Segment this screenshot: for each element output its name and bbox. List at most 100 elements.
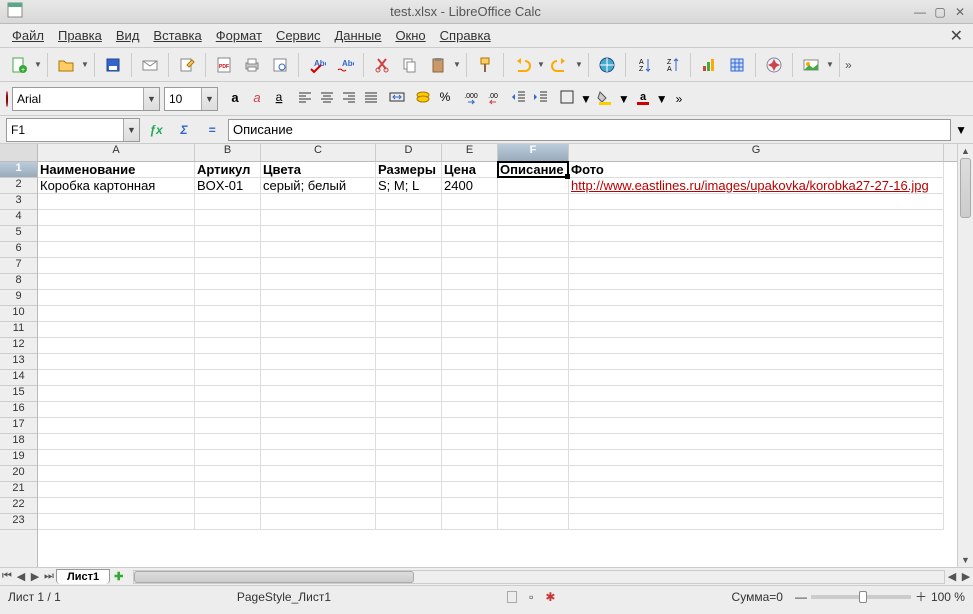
cell[interactable]: [38, 514, 195, 530]
bgcolor-button[interactable]: [596, 88, 614, 109]
row-header[interactable]: 14: [0, 370, 37, 386]
cell[interactable]: [498, 258, 569, 274]
menu-view[interactable]: Вид: [110, 26, 146, 45]
menu-tools[interactable]: Сервис: [270, 26, 327, 45]
cell[interactable]: [195, 514, 261, 530]
cell[interactable]: Описание: [498, 162, 569, 178]
cell[interactable]: [261, 354, 376, 370]
cell[interactable]: [38, 402, 195, 418]
column-header[interactable]: D: [376, 144, 442, 161]
cell[interactable]: [498, 434, 569, 450]
cell[interactable]: Фото: [569, 162, 944, 178]
menu-window[interactable]: Окно: [389, 26, 431, 45]
undo-dropdown[interactable]: ▼: [537, 60, 545, 69]
bgcolor-dropdown[interactable]: ▼: [618, 92, 630, 106]
cell[interactable]: [376, 386, 442, 402]
cell[interactable]: Размеры: [376, 162, 442, 178]
italic-button[interactable]: a: [248, 88, 266, 109]
cell[interactable]: [261, 418, 376, 434]
cell[interactable]: [569, 466, 944, 482]
cell[interactable]: [38, 258, 195, 274]
cell[interactable]: [195, 226, 261, 242]
cell[interactable]: [261, 450, 376, 466]
sort-asc-button[interactable]: AZ: [631, 52, 657, 78]
cell[interactable]: [195, 482, 261, 498]
cell[interactable]: [38, 386, 195, 402]
cell[interactable]: [442, 450, 498, 466]
cell[interactable]: [376, 466, 442, 482]
underline-button[interactable]: a: [270, 88, 288, 109]
cell[interactable]: [442, 322, 498, 338]
cell[interactable]: [442, 338, 498, 354]
cell[interactable]: S; M; L: [376, 178, 442, 194]
close-button[interactable]: ✕: [953, 5, 967, 19]
cell[interactable]: [569, 514, 944, 530]
open-button[interactable]: [53, 52, 79, 78]
cell[interactable]: 2400: [442, 178, 498, 194]
cell[interactable]: [569, 290, 944, 306]
row-header[interactable]: 23: [0, 514, 37, 530]
cell[interactable]: [498, 242, 569, 258]
font-size-input[interactable]: [165, 90, 201, 108]
cell[interactable]: [442, 418, 498, 434]
open-dropdown[interactable]: ▼: [81, 60, 89, 69]
font-name-combo[interactable]: ▼: [12, 87, 160, 111]
cell[interactable]: [38, 226, 195, 242]
cell[interactable]: [569, 258, 944, 274]
cell[interactable]: [498, 226, 569, 242]
cell[interactable]: [195, 258, 261, 274]
row-header[interactable]: 2: [0, 178, 37, 194]
cell[interactable]: [376, 290, 442, 306]
cell[interactable]: [442, 370, 498, 386]
cell[interactable]: [569, 482, 944, 498]
cell[interactable]: [498, 450, 569, 466]
cell[interactable]: [498, 290, 569, 306]
cell[interactable]: [376, 370, 442, 386]
cell[interactable]: [38, 194, 195, 210]
tab-last-button[interactable]: ⏭: [42, 570, 56, 583]
row-header[interactable]: 16: [0, 402, 37, 418]
row-header[interactable]: 9: [0, 290, 37, 306]
cell[interactable]: [261, 338, 376, 354]
cell[interactable]: http://www.eastlines.ru/images/upakovka/…: [569, 178, 944, 194]
font-size-combo[interactable]: ▼: [164, 87, 218, 111]
cell[interactable]: [442, 242, 498, 258]
menu-insert[interactable]: Вставка: [147, 26, 207, 45]
row-header[interactable]: 20: [0, 466, 37, 482]
column-header[interactable]: A: [38, 144, 195, 161]
cell[interactable]: [569, 450, 944, 466]
borders-dropdown[interactable]: ▼: [580, 92, 592, 106]
cell[interactable]: [376, 210, 442, 226]
zoom-out-button[interactable]: —: [795, 590, 807, 604]
cell[interactable]: [195, 242, 261, 258]
row-header[interactable]: 19: [0, 450, 37, 466]
percent-button[interactable]: %: [436, 88, 454, 109]
print-button[interactable]: [239, 52, 265, 78]
align-left-button[interactable]: [296, 88, 314, 109]
borders-button[interactable]: [558, 88, 576, 109]
cell[interactable]: [498, 274, 569, 290]
decrease-indent-button[interactable]: [510, 88, 528, 109]
column-header[interactable]: E: [442, 144, 498, 161]
cell[interactable]: [376, 402, 442, 418]
cell[interactable]: серый; белый: [261, 178, 376, 194]
cell[interactable]: [38, 418, 195, 434]
column-header[interactable]: F: [498, 144, 569, 161]
new-dropdown[interactable]: ▼: [34, 60, 42, 69]
cell[interactable]: [195, 418, 261, 434]
cell[interactable]: [569, 434, 944, 450]
cell[interactable]: [261, 306, 376, 322]
email-button[interactable]: [137, 52, 163, 78]
paste-dropdown[interactable]: ▼: [453, 60, 461, 69]
align-center-button[interactable]: [318, 88, 336, 109]
gallery-button[interactable]: [798, 52, 824, 78]
row-header[interactable]: 4: [0, 210, 37, 226]
cell[interactable]: [261, 290, 376, 306]
status-insert-mode[interactable]: [507, 591, 517, 603]
cell[interactable]: [569, 418, 944, 434]
cell[interactable]: [195, 338, 261, 354]
chart-button[interactable]: [696, 52, 722, 78]
cell[interactable]: [376, 498, 442, 514]
name-box[interactable]: ▼: [6, 118, 140, 142]
delete-decimal-button[interactable]: .00: [484, 88, 502, 109]
